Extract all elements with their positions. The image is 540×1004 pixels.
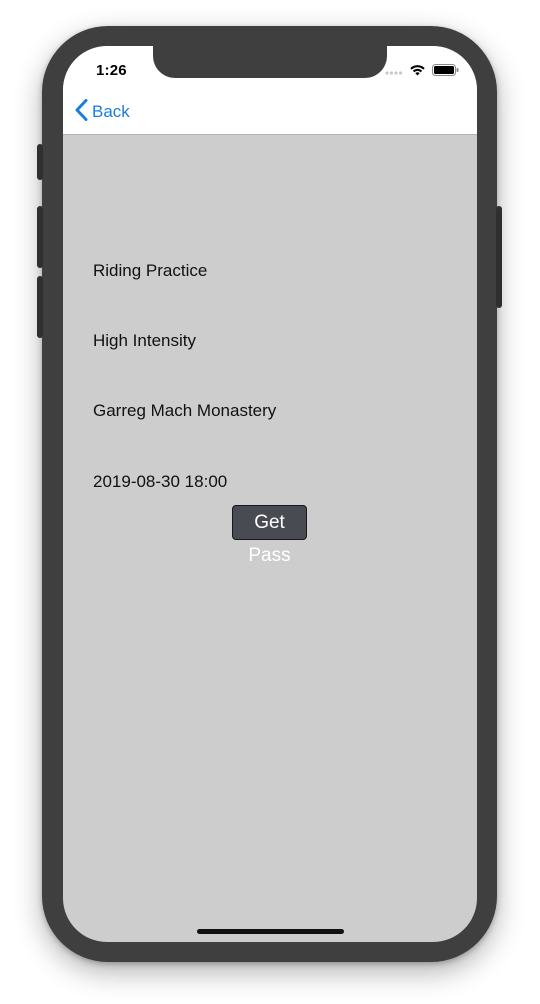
intensity-label: High Intensity xyxy=(93,331,196,350)
back-label: Back xyxy=(92,102,130,121)
activity-label: Riding Practice xyxy=(93,261,208,280)
volume-down-button xyxy=(37,276,43,338)
cellular-signal-icon xyxy=(385,63,403,81)
location-label: Garreg Mach Monastery xyxy=(93,401,277,420)
status-bar: 1:26 xyxy=(63,46,477,90)
back-button[interactable]: Back xyxy=(75,98,130,126)
screen: 1:26 Back Riding Practice High Intensity… xyxy=(63,46,477,942)
silent-switch xyxy=(37,144,43,180)
wifi-icon xyxy=(409,63,426,81)
back-chevron-icon xyxy=(75,98,88,126)
navigation-bar: Back xyxy=(63,90,477,135)
status-icons xyxy=(385,63,459,81)
power-button xyxy=(496,206,502,308)
device-frame: 1:26 Back Riding Practice High Intensity… xyxy=(37,26,502,962)
datetime-label: 2019-08-30 18:00 xyxy=(93,472,228,491)
volume-up-button xyxy=(37,206,43,268)
get-pass-button[interactable]: Get Pass xyxy=(232,505,307,566)
home-indicator[interactable] xyxy=(197,929,344,934)
notch xyxy=(153,46,387,78)
battery-icon xyxy=(432,63,459,81)
status-time: 1:26 xyxy=(96,62,127,79)
